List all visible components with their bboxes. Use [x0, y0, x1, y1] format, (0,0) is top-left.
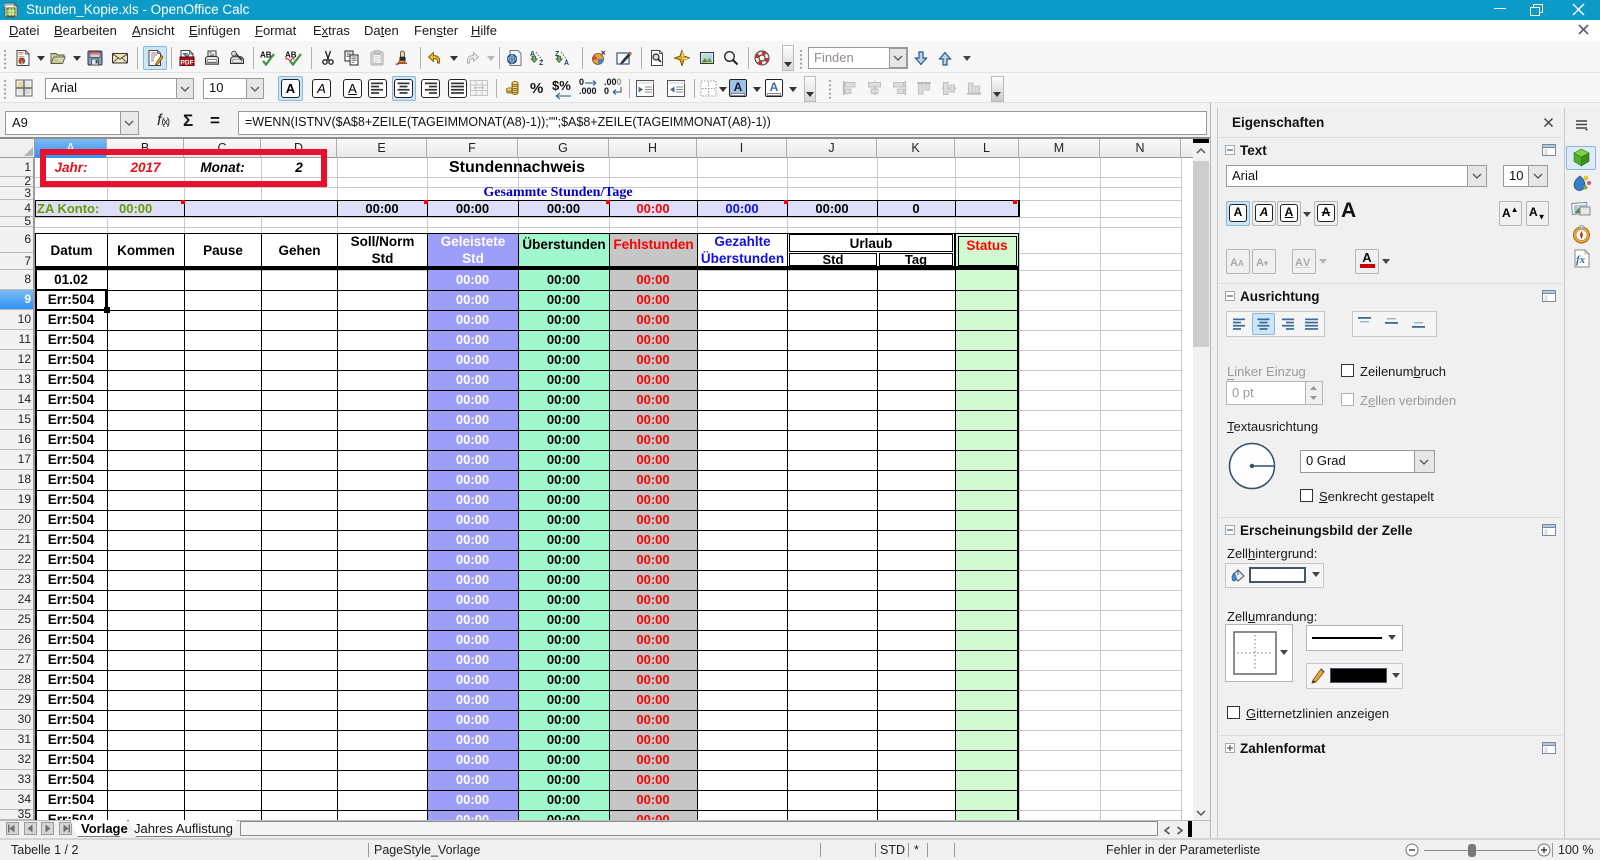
svg-text:Z: Z	[539, 60, 544, 66]
svg-text:fx: fx	[1576, 254, 1586, 266]
svg-text:PDF: PDF	[180, 59, 193, 66]
svg-text:A: A	[564, 60, 569, 66]
